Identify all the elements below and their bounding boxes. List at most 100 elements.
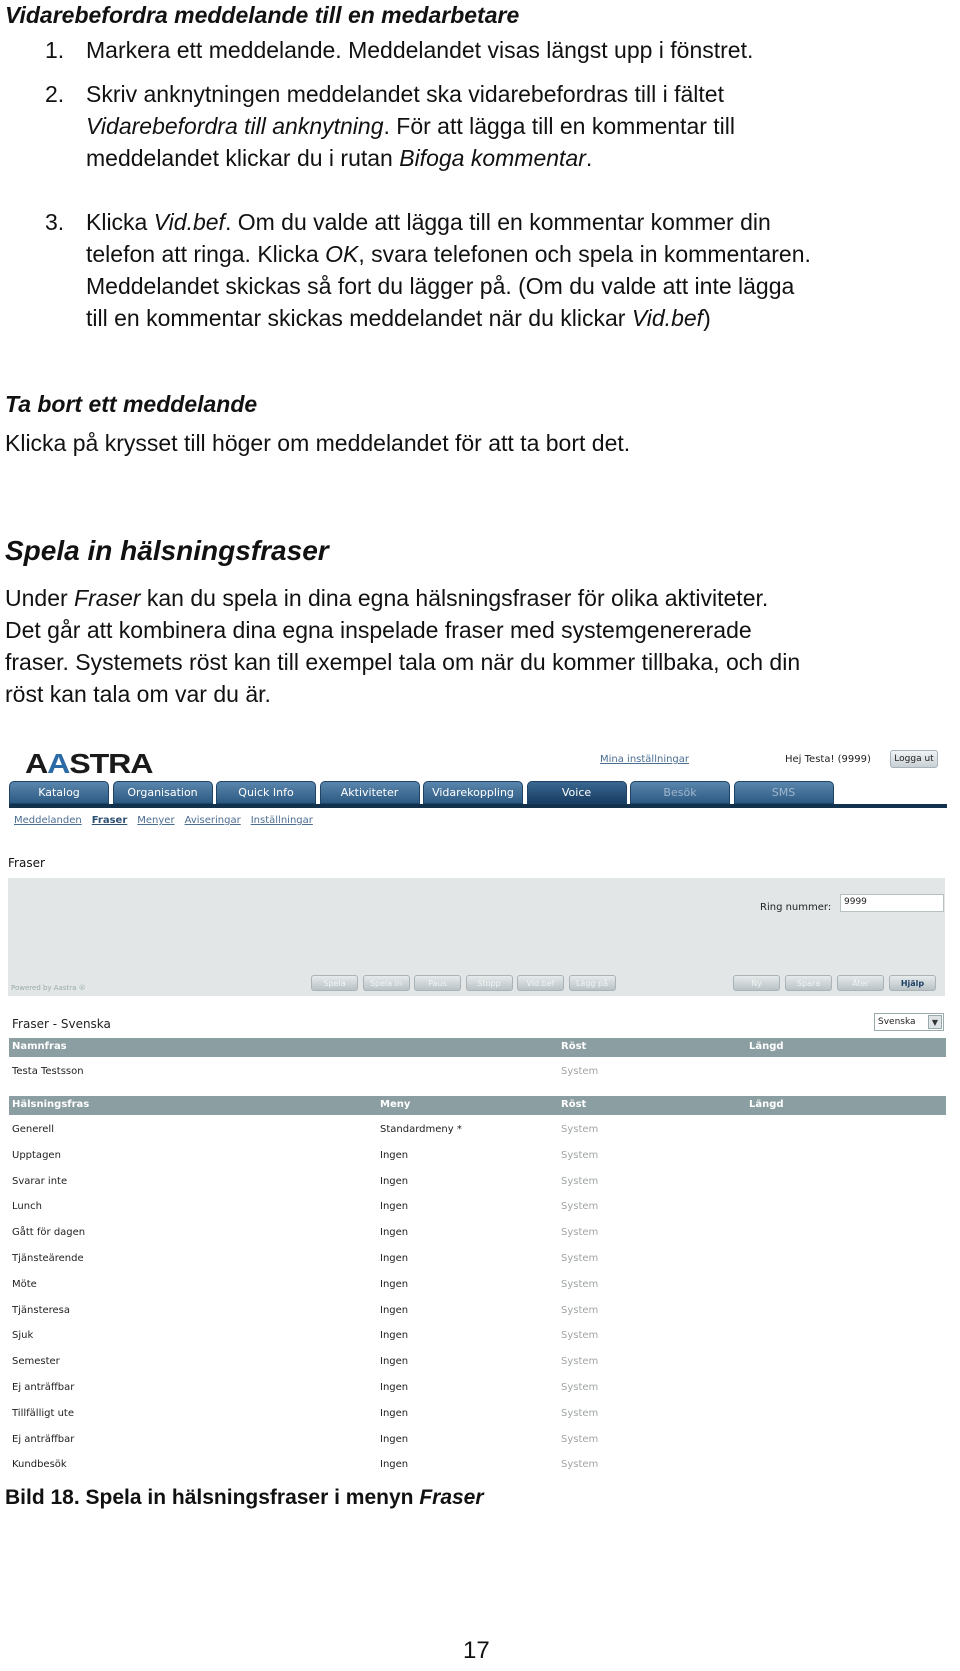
column-header[interactable]: Röst (561, 1041, 586, 1052)
table-row[interactable]: Möte Ingen System (9, 1276, 946, 1296)
table-cell: System (561, 1278, 599, 1290)
ny-button[interactable]: Ny (733, 975, 780, 991)
spara-button[interactable]: Spara (785, 975, 832, 991)
logout-button[interactable]: Logga ut (890, 750, 938, 768)
section-heading-forward: Vidarebefordra meddelande till en medarb… (5, 2, 520, 28)
table-cell: System (561, 1227, 599, 1239)
tab-vidarekoppling[interactable]: Vidarekoppling (423, 781, 523, 804)
table-row[interactable]: Lunch Ingen System (9, 1198, 946, 1218)
table-row[interactable]: Svarar inte Ingen System (9, 1173, 946, 1193)
table-cell: Ingen (380, 1330, 409, 1342)
tab-organisation[interactable]: Organisation (112, 781, 213, 804)
app-screenshot: AASTRA Mina inställningar Hej Testa! (99… (0, 740, 960, 1470)
page-title: Fraser (8, 856, 45, 870)
column-header[interactable]: Hälsningsfras (12, 1099, 89, 1110)
table-cell: System (561, 1124, 599, 1135)
table-cell: Ingen (380, 1201, 409, 1213)
delete-instruction: Klicka på krysset till höger om meddelan… (5, 430, 631, 456)
table-cell: Upptagen (12, 1149, 61, 1161)
column-header[interactable]: Röst (561, 1099, 586, 1110)
table-row[interactable]: Upptagen Ingen System (9, 1147, 946, 1167)
table-cell: System (561, 1459, 599, 1471)
table-cell: Lunch (12, 1201, 42, 1213)
table-row[interactable]: Generell Standardmeny * System (9, 1121, 946, 1141)
hjälp-button[interactable]: Hjälp (889, 975, 936, 991)
table-row[interactable]: Ej anträffbar Ingen System (9, 1431, 946, 1451)
table-row[interactable]: Gått för dagen Ingen System (9, 1224, 946, 1244)
table-cell: Ingen (380, 1459, 409, 1471)
tab-sms: SMS (733, 781, 834, 804)
voice-subnav: Meddelanden Fraser Menyer Aviseringar Instäl… (14, 815, 323, 826)
table-row[interactable]: Tjänsteärende Ingen System (9, 1250, 946, 1270)
åter-button[interactable]: Åter (837, 975, 884, 991)
table-cell: Svarar inte (12, 1175, 68, 1187)
chevron-down-icon[interactable]: ▼ (928, 1015, 942, 1029)
ring-number-label: Ring nummer: (760, 902, 832, 913)
my-settings-link[interactable]: Mina inställningar (600, 754, 689, 765)
column-header[interactable]: Namnfras (12, 1041, 67, 1052)
tab-aktiviteter[interactable]: Aktiviteter (319, 781, 420, 804)
language-select[interactable]: Svenska ▼ (874, 1013, 944, 1031)
table-row[interactable]: Ej anträffbar Ingen System (9, 1379, 946, 1399)
table-cell: System (561, 1253, 599, 1264)
table-cell: Ingen (380, 1356, 409, 1368)
step-text: Klicka Vid.bef. Om du valde att lägga ti… (86, 209, 811, 331)
subnav-menyer[interactable]: Menyer (137, 815, 174, 826)
section-heading-greetings: Spela in hälsningsfraser (5, 535, 329, 566)
table-cell: Tjänsteresa (12, 1304, 71, 1316)
user-greeting: Hej Testa! (9999) (785, 754, 871, 765)
figure-caption: Bild 18. Spela in hälsningsfraser i meny… (5, 1486, 484, 1510)
table-cell: System (561, 1330, 599, 1342)
table-cell: System (561, 1304, 599, 1316)
aastra-logo: AASTRA (25, 748, 153, 779)
ring-number-input[interactable]: 9999 (840, 894, 944, 912)
tab-katalog[interactable]: Katalog (9, 781, 109, 804)
table-row[interactable]: Tillfälligt ute Ingen System (9, 1405, 946, 1425)
table-cell: Ingen (380, 1253, 409, 1264)
subnav-meddelanden[interactable]: Meddelanden (14, 815, 82, 826)
player-panel: Ring nummer: 9999 Powered by Aastra ® Sp… (8, 878, 945, 996)
lägg-på-button[interactable]: Lägg på (568, 975, 616, 991)
subnav-aviseringar[interactable]: Aviseringar (185, 815, 241, 826)
table-row[interactable]: Sjuk Ingen System (9, 1327, 946, 1347)
table-cell: Generell (12, 1124, 54, 1135)
column-header[interactable]: Längd (749, 1099, 784, 1110)
table-cell: Ingen (380, 1407, 409, 1419)
table-row[interactable]: Tjänsteresa Ingen System (9, 1302, 946, 1322)
stopp-button[interactable]: Stopp (465, 975, 513, 991)
tab-besök: Besök (630, 781, 730, 804)
section-heading-delete: Ta bort ett meddelande (5, 391, 258, 417)
step-text: Markera ett meddelande. Meddelandet visa… (86, 37, 754, 63)
caption-text: Bild 18. Spela in hälsningsfraser i meny… (5, 1486, 420, 1509)
table-cell: Tillfälligt ute (12, 1407, 74, 1419)
tab-quick-info[interactable]: Quick Info (216, 781, 316, 804)
step-number: 3. (45, 209, 65, 235)
table-cell: System (561, 1175, 599, 1187)
table-row[interactable]: Semester Ingen System (9, 1353, 946, 1373)
tab-voice[interactable]: Voice (526, 781, 627, 804)
table-cell: Ingen (380, 1278, 409, 1290)
column-header[interactable]: Meny (380, 1099, 410, 1110)
table-cell: Möte (12, 1278, 37, 1290)
table-cell: System (561, 1149, 599, 1161)
spela-in-button[interactable]: Spela in (362, 975, 410, 991)
table-cell: Kundbesök (12, 1459, 67, 1471)
phrase-list-title: Fraser - Svenska (12, 1017, 111, 1031)
table-cell: Semester (12, 1356, 60, 1368)
table-cell: Ej anträffbar (12, 1382, 75, 1393)
table-cell: Ingen (380, 1175, 409, 1187)
spela-button[interactable]: Spela (311, 975, 358, 991)
main-tabs: Katalog Organisation Quick Info Aktiviteter… (9, 781, 947, 808)
column-header[interactable]: Längd (749, 1041, 784, 1052)
table-cell: Ingen (380, 1227, 409, 1239)
table-cell: Ingen (380, 1433, 409, 1445)
table-cell: Tjänsteärende (12, 1253, 84, 1264)
subnav-inställningar[interactable]: Inställningar (251, 815, 313, 826)
table-cell: Ingen (380, 1149, 409, 1161)
table-row[interactable]: Kundbesök Ingen System (9, 1456, 946, 1476)
table-cell: Ingen (380, 1304, 409, 1316)
vid-bef-button[interactable]: Vid.bef (517, 975, 564, 991)
table-row[interactable]: Testa Testsson System (9, 1063, 946, 1083)
paus-button[interactable]: Paus (414, 975, 461, 991)
subnav-fraser[interactable]: Fraser (92, 815, 128, 826)
